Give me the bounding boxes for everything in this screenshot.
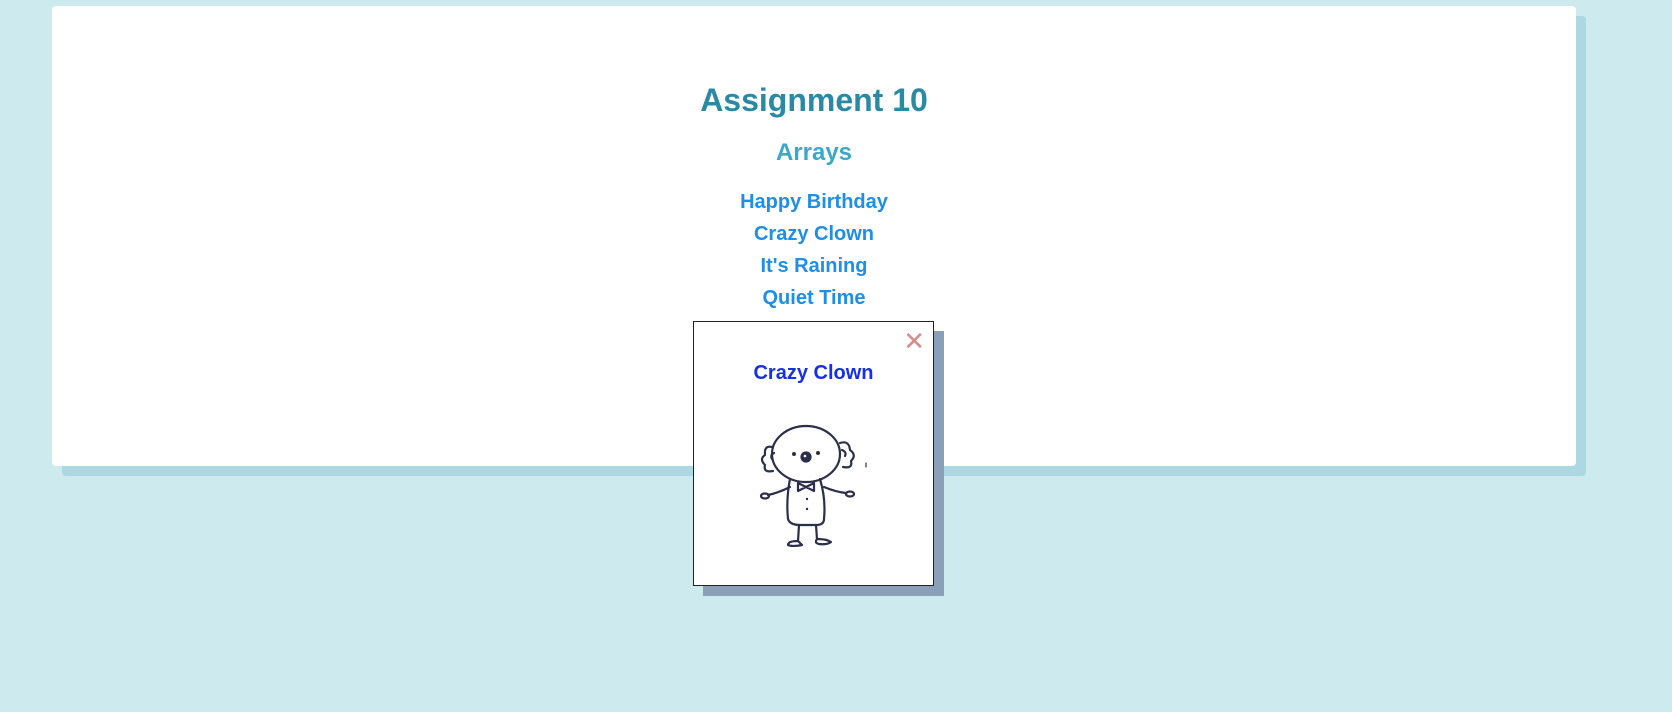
close-icon[interactable]: ✕ [903,328,925,354]
list-item-quiet-time[interactable]: Quiet Time [52,282,1576,314]
list-item-its-raining[interactable]: It's Raining [52,250,1576,282]
list-item-happy-birthday[interactable]: Happy Birthday [52,186,1576,218]
page-title: Assignment 10 [700,82,928,118]
page: Assignment 10 Arrays Happy Birthday Craz… [0,0,1672,712]
list-item-crazy-clown[interactable]: Crazy Clown [52,218,1576,250]
popup-modal: ✕ Crazy Clown [693,321,934,586]
clown-illustration [759,424,867,547]
modal-title: Crazy Clown [753,362,874,384]
page-subtitle: Arrays [775,139,853,166]
